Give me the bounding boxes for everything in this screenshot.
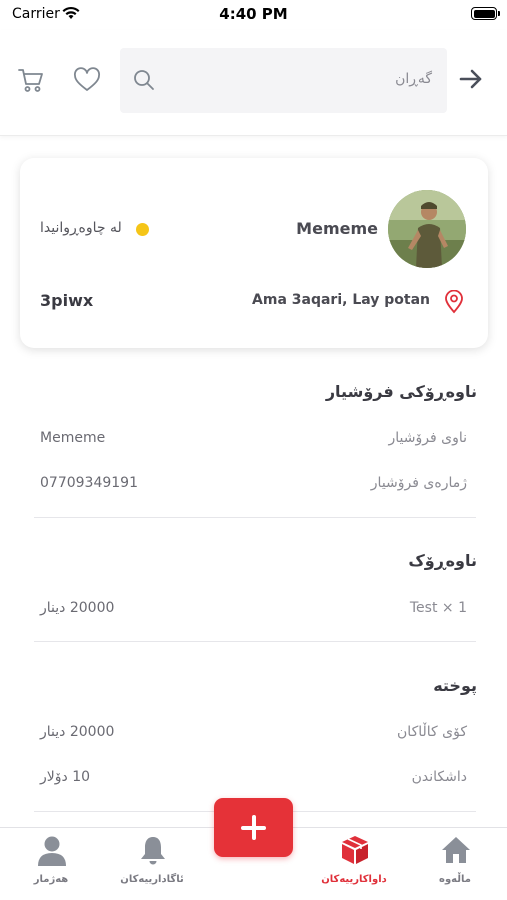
item-label: 1 × Test	[409, 600, 467, 616]
box-icon	[342, 836, 368, 864]
divider	[34, 517, 476, 518]
status-bar: Carrier 4:40 PM	[0, 0, 507, 30]
content-section-title: ناوەڕۆک	[408, 551, 477, 570]
bell-icon	[141, 837, 165, 865]
items-total-label: کۆی کاڵاکان	[397, 724, 467, 740]
seller-section-title: ناوەڕۆکی فرۆشیار	[325, 382, 477, 401]
customer-name: Mememe	[296, 219, 378, 238]
nav-account-label: هەژمار	[33, 874, 69, 885]
order-status-label: لە چاوەڕوانیدا	[40, 220, 122, 236]
nav-orders[interactable]: داواکارییەکان	[304, 828, 404, 900]
avatar	[388, 190, 466, 268]
nav-home-label: ماڵەوە	[439, 874, 471, 885]
cart-icon[interactable]	[17, 66, 45, 94]
location-pin-icon	[445, 290, 463, 314]
heart-icon[interactable]	[73, 67, 101, 93]
divider	[34, 641, 476, 642]
person-icon	[38, 836, 66, 866]
seller-phone-value: 07709349191	[40, 475, 138, 491]
nav-notifications[interactable]: ئاگادارییەکان	[102, 828, 202, 900]
items-total-value: 20000 دینار	[40, 724, 115, 740]
clock: 4:40 PM	[219, 5, 288, 23]
nav-home[interactable]: ماڵەوە	[405, 828, 505, 900]
nav-account[interactable]: هەژمار	[1, 828, 101, 900]
top-bar: گەڕان	[0, 30, 507, 136]
seller-name-value: Mememe	[40, 430, 106, 446]
battery-icon	[471, 7, 500, 20]
home-icon	[442, 837, 470, 863]
seller-name-label: ناوی فرۆشیار	[388, 430, 468, 446]
discount-value: 10 دۆلار	[40, 769, 91, 785]
order-code: 3piwx	[40, 291, 94, 310]
discount-label: داشکاندن	[411, 769, 467, 785]
status-indicator-dot	[136, 223, 149, 236]
summary-section-title: پوختە	[433, 676, 477, 695]
order-profile-card: Mememe لە چاوەڕوانیدا 3piwx Ama 3aqari, …	[20, 158, 488, 348]
nav-notifications-label: ئاگادارییەکان	[120, 874, 184, 885]
search-placeholder: گەڕان	[395, 71, 432, 87]
item-price: 20000 دینار	[40, 600, 115, 616]
add-button[interactable]	[214, 798, 293, 857]
seller-phone-label: ژمارەی فرۆشیار	[370, 475, 467, 491]
arrow-right-icon[interactable]	[458, 68, 484, 90]
nav-orders-label: داواکارییەکان	[321, 874, 387, 885]
delivery-address: Ama 3aqari, Lay potan	[252, 292, 430, 308]
search-icon	[134, 70, 154, 90]
search-input[interactable]: گەڕان	[120, 48, 447, 113]
